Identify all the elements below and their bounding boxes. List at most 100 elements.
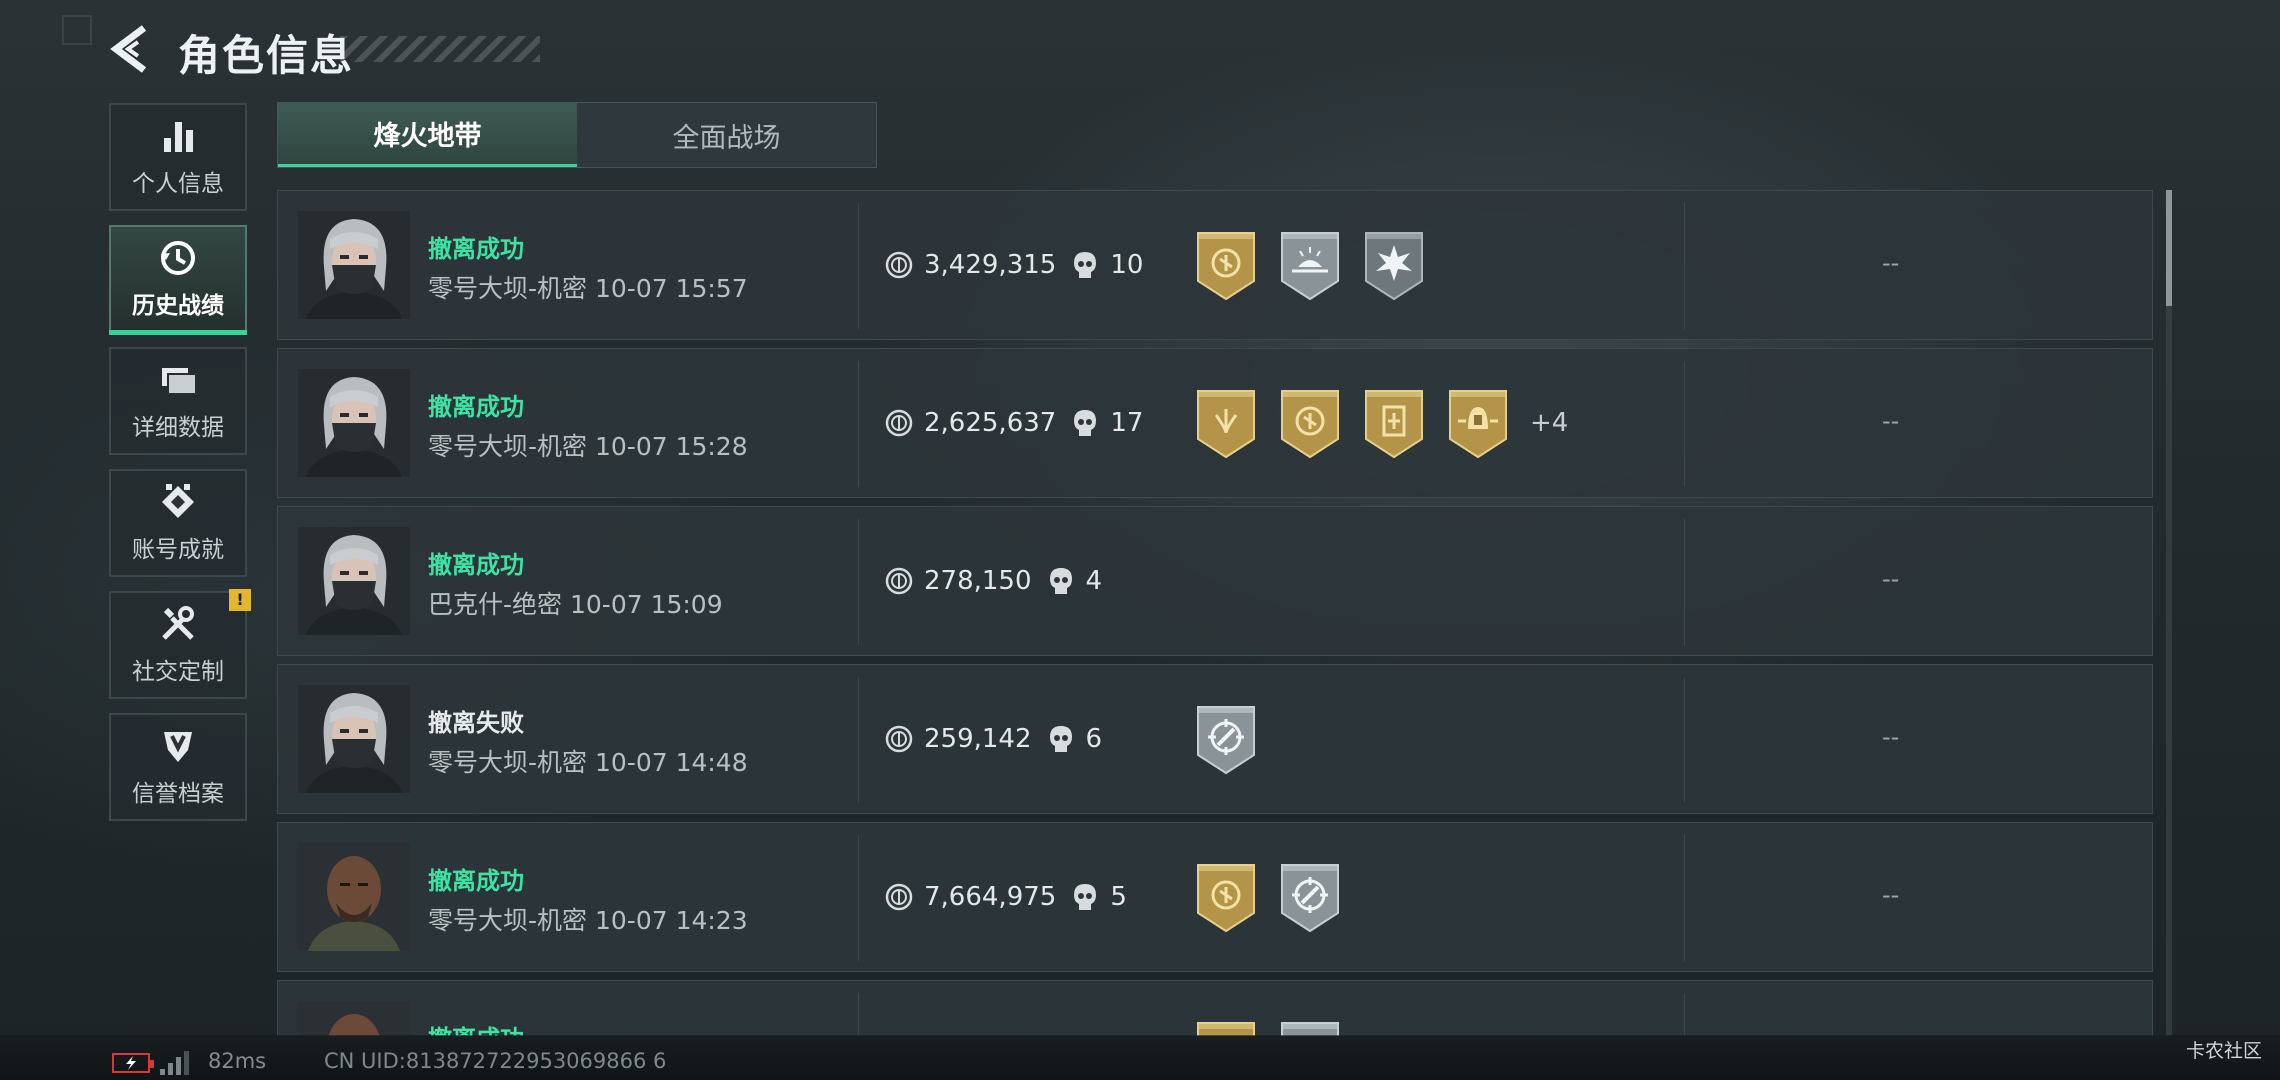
column-divider	[858, 835, 859, 961]
kill-skull-icon	[1074, 410, 1097, 436]
battery-low-icon	[112, 1053, 154, 1073]
sidebar-item-label: 个人信息	[132, 171, 224, 197]
loot-value: 259,142	[924, 724, 1032, 754]
corner-frame-icon	[62, 15, 92, 45]
achievement-badges: +4	[1192, 385, 1568, 461]
operator-portrait	[298, 1001, 410, 1036]
sidebar-item-0[interactable]: 个人信息	[109, 103, 247, 211]
tab-0[interactable]: 烽火地带	[278, 103, 577, 167]
operator-avatar-image	[298, 685, 410, 793]
more-badges-count: +4	[1530, 408, 1569, 438]
operator-portrait	[298, 685, 410, 793]
back-arrow-icon	[110, 25, 147, 73]
column-divider	[1684, 677, 1685, 803]
title-decoration	[340, 36, 540, 62]
page-title: 角色信息	[178, 31, 355, 80]
extra-info: --	[1882, 881, 1900, 909]
status-footer: 82ms CN UID:813872722953069866 6	[0, 1035, 2280, 1080]
match-time: 10-07 15:28	[594, 432, 748, 461]
sidebar-item-5[interactable]: 信誉档案	[109, 713, 247, 821]
match-stats: 7,664,975 5	[884, 879, 1127, 915]
match-record-row[interactable]: 撤离失败 零号大坝-机密 10-07 14:48 259,142 6 --	[277, 664, 2153, 814]
column-divider	[1684, 361, 1685, 487]
gold-laurel-badge	[1197, 390, 1255, 459]
column-divider	[858, 677, 859, 803]
sidebar: 个人信息历史战绩详细数据账号成就社交定制! 信誉档案	[109, 103, 251, 835]
operator-portrait	[298, 527, 410, 635]
folders-icon	[162, 368, 197, 395]
match-meta: 零号大坝-机密 10-07 15:57	[428, 269, 748, 305]
sidebar-item-2[interactable]: 详细数据	[109, 347, 247, 455]
column-divider	[1684, 993, 1685, 1036]
kill-skull-icon	[1049, 726, 1072, 752]
back-button[interactable]	[108, 24, 154, 74]
history-clock-icon	[161, 241, 195, 275]
operator-avatar-image	[298, 211, 410, 319]
kill-skull-icon	[1049, 568, 1072, 594]
map-name: 零号大坝-机密	[428, 432, 588, 461]
operator-avatar-image	[298, 1001, 410, 1036]
bar-chart-icon	[164, 122, 193, 152]
match-record-row[interactable]: 撤离成功 零号大坝-机密 10-07 15:28 2,625,637 17 +4 --	[277, 348, 2153, 498]
ping-value: 82ms	[208, 1049, 267, 1073]
silver-sunrise-badge	[1281, 232, 1339, 301]
column-divider	[858, 203, 859, 329]
operator-avatar-image	[298, 527, 410, 635]
match-meta: 零号大坝-机密 10-07 14:48	[428, 743, 748, 779]
gold-coin-badge	[1197, 1022, 1255, 1036]
player-uid: CN UID:813872722953069866 6	[324, 1049, 667, 1073]
warning-badge: !	[229, 589, 251, 611]
gold-helmet-badge	[1449, 390, 1507, 459]
operator-portrait	[298, 211, 410, 319]
tab-1[interactable]: 全面战场	[577, 103, 876, 167]
tools-icon	[162, 606, 194, 640]
watermark: 卡农社区	[2186, 1040, 2263, 1062]
achievement-badges	[1192, 701, 1276, 777]
coin-value-icon	[885, 409, 913, 437]
extraction-status: 撤离成功	[428, 551, 524, 579]
sidebar-item-label: 社交定制	[132, 659, 224, 685]
extraction-status: 撤离成功	[428, 393, 524, 421]
kill-skull-icon	[1074, 252, 1097, 278]
operator-avatar-image	[298, 369, 410, 477]
reputation-shield-icon	[164, 732, 192, 762]
match-time: 10-07 14:48	[594, 748, 748, 777]
achievement-icon	[162, 484, 194, 518]
match-record-row[interactable]: 撤离成功 零号大坝-机密 10-07 14:23 7,664,975 5 --	[277, 822, 2153, 972]
scrollbar[interactable]	[2166, 190, 2172, 1036]
loot-value: 7,664,975	[924, 882, 1057, 912]
sidebar-item-label: 信誉档案	[132, 781, 224, 807]
coin-value-icon	[885, 251, 913, 279]
extra-info: --	[1882, 565, 1900, 593]
match-record-row[interactable]: 撤离成功	[277, 980, 2153, 1036]
map-name: 零号大坝-机密	[428, 748, 588, 777]
map-name: 零号大坝-机密	[428, 274, 588, 303]
coin-value-icon	[885, 883, 913, 911]
loot-value: 278,150	[924, 566, 1032, 596]
column-divider	[1684, 519, 1685, 645]
match-stats: 259,142 6	[884, 721, 1102, 757]
map-name: 零号大坝-机密	[428, 906, 588, 935]
coin-value-icon	[885, 567, 913, 595]
sidebar-item-4[interactable]: 社交定制!	[109, 589, 251, 699]
coin-value-icon	[885, 725, 913, 753]
sidebar-item-3[interactable]: 账号成就	[109, 469, 247, 577]
match-time: 10-07 14:23	[594, 906, 748, 935]
sidebar-item-label: 账号成就	[132, 537, 224, 563]
kill-count: 5	[1110, 882, 1127, 912]
match-meta: 巴克什-绝密 10-07 15:09	[428, 585, 723, 621]
match-history-list[interactable]: 撤离成功 零号大坝-机密 10-07 15:57 3,429,315 10 -- 撤离成功…	[277, 190, 2153, 1036]
loot-value: 2,625,637	[924, 408, 1057, 438]
match-record-row[interactable]: 撤离成功 零号大坝-机密 10-07 15:57 3,429,315 10 --	[277, 190, 2153, 340]
silver-burst-badge	[1365, 232, 1423, 301]
extra-info: --	[1882, 723, 1900, 751]
column-divider	[858, 993, 859, 1036]
scrollbar-thumb[interactable]	[2166, 190, 2172, 306]
match-stats: 278,150 4	[884, 563, 1102, 599]
sidebar-item-1[interactable]: 历史战绩	[109, 225, 247, 335]
match-record-row[interactable]: 撤离成功巴克什-绝密 10-07 15:09 278,150 4 --	[277, 506, 2153, 656]
sidebar-item-label: 详细数据	[132, 415, 224, 441]
match-time: 10-07 15:09	[569, 590, 723, 619]
kill-count: 6	[1085, 724, 1103, 754]
signal-strength-icon	[160, 1049, 192, 1075]
